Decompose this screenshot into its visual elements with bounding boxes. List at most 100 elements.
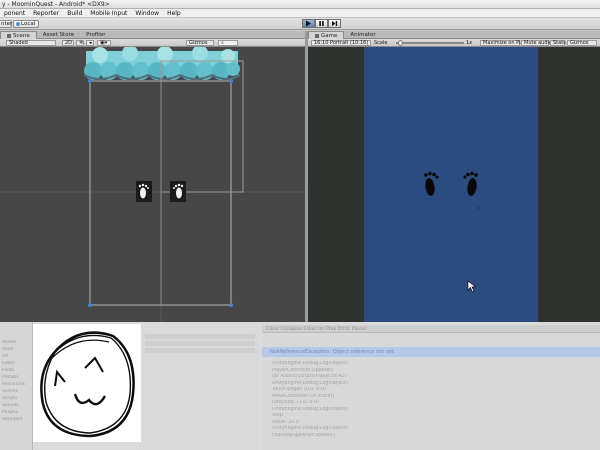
tab-profiler-label: Profiler (86, 32, 106, 38)
pivot-toggle[interactable]: nter (0, 20, 12, 28)
scene-view[interactable] (0, 47, 305, 322)
tab-profiler[interactable]: Profiler (80, 31, 111, 39)
project-row[interactable]: Editor (0, 361, 32, 368)
play-controls (302, 19, 341, 28)
scale-value-wrap: 1x (466, 40, 472, 46)
scene-footprint-right[interactable] (170, 181, 186, 202)
shading-mode-label: Shaded (9, 40, 28, 46)
tab-scene-label: Scene (13, 32, 30, 39)
cloud-sprite[interactable] (83, 47, 241, 80)
scene-gizmos-dropdown[interactable]: Gizmos (186, 40, 214, 46)
console-toolbar[interactable]: Clear Collapse Clear on Play Error Pause (262, 325, 600, 333)
menu-mobile-input[interactable]: Mobile Input (86, 10, 131, 17)
unity-editor-window: y - MoominQuest - Android* <DX9> ponent … (0, 0, 600, 450)
scene-gizmos-label: Gizmos (189, 40, 208, 46)
scene-canvas (0, 47, 305, 322)
scribble-face-image (40, 331, 135, 438)
menu-bar: ponent Reporter Build Mobile Input Windo… (0, 9, 600, 18)
faded-inspector-strip (141, 332, 259, 450)
mouse-cursor-icon (467, 280, 477, 293)
game-footprint-left[interactable] (424, 171, 439, 197)
console-selected-text: NullReferenceException: Object reference… (270, 349, 394, 355)
scene-options-bar: Shaded 2D ✲ ◂ ▣▾ Gizmos ⌕ (0, 39, 305, 47)
effects-dropdown[interactable]: ▣▾ (97, 40, 111, 46)
scale-label: Scale (374, 40, 388, 46)
globe-icon (16, 22, 20, 26)
project-row[interactable]: Scenes (0, 389, 32, 396)
game-options-bar: 16:10 Portrait (10:16) Scale 1x Maximize… (308, 39, 600, 47)
speaker-icon: ◂ (89, 40, 92, 46)
menu-reporter[interactable]: Reporter (29, 10, 63, 17)
scale-label-wrap: Scale (374, 40, 387, 46)
project-row[interactable]: Resources (0, 382, 32, 389)
tab-asset-store-label: Asset Store (42, 32, 75, 38)
webcam-overlay (33, 324, 141, 442)
project-row[interactable]: Art (0, 354, 32, 361)
audio-toggle[interactable]: ◂ (86, 40, 94, 46)
mode-2d-toggle[interactable]: 2D (62, 40, 74, 46)
bottom-panels: Assets Anim Art Editor Fonts Prefabs Res… (0, 322, 600, 450)
aspect-ratio-dropdown[interactable]: 16:10 Portrait (10:16) (311, 40, 371, 46)
project-row[interactable]: Prefabs (0, 375, 32, 382)
menu-window[interactable]: Window (131, 10, 163, 17)
project-row[interactable]: Anim (0, 347, 32, 354)
pause-icon (319, 21, 324, 26)
tab-animator[interactable]: Animator (344, 31, 381, 39)
stats-label: Stats (553, 40, 566, 46)
game-gizmos-label: Gizmos (570, 40, 589, 46)
console-selected-entry[interactable]: NullReferenceException: Object reference… (262, 347, 600, 357)
main-toolbar: nter Local (0, 18, 600, 30)
console-line[interactable]: FootstepSpawner:Spawn() (262, 433, 600, 440)
project-row[interactable]: Assets (0, 340, 32, 347)
lighting-toggle[interactable]: ✲ (76, 40, 84, 46)
mute-audio-toggle[interactable]: Mute audio (521, 40, 552, 46)
scale-slider[interactable] (396, 40, 464, 46)
play-button[interactable] (302, 19, 315, 28)
tab-game-label: Game (321, 32, 338, 39)
play-icon (306, 20, 311, 27)
game-tab-icon (315, 33, 319, 38)
mute-audio-label: Mute audio (524, 40, 552, 46)
space-toggle[interactable]: Local (13, 20, 39, 28)
game-gizmos-dropdown[interactable]: Gizmos (567, 40, 597, 46)
project-panel: Assets Anim Art Editor Fonts Prefabs Res… (0, 322, 33, 450)
shading-mode-dropdown[interactable]: Shaded (6, 40, 56, 46)
step-button[interactable] (328, 19, 341, 28)
search-icon: ⌕ (221, 40, 224, 46)
stats-toggle[interactable]: Stats (550, 40, 566, 46)
project-row[interactable]: Fonts (0, 368, 32, 375)
game-tab-strip: Game Animator (308, 31, 600, 39)
step-icon (332, 21, 338, 26)
console-toolbar-label: Clear Collapse Clear on Play Error Pause (266, 325, 367, 332)
sun-icon: ✲ (79, 40, 84, 46)
pause-button[interactable] (315, 19, 328, 28)
project-row[interactable]: Plugins (0, 410, 32, 417)
game-canvas (424, 171, 480, 293)
project-row[interactable]: Scripts (0, 396, 32, 403)
mode-2d-label: 2D (65, 40, 73, 46)
space-label: Local (21, 21, 36, 27)
game-screen[interactable] (364, 47, 538, 322)
menu-component[interactable]: ponent (0, 10, 29, 17)
image-icon: ▣▾ (100, 40, 108, 46)
menu-build[interactable]: Build (63, 10, 86, 17)
maximize-on-play-toggle[interactable]: Maximize on Play (480, 40, 527, 46)
tab-asset-store[interactable]: Asset Store (37, 31, 80, 39)
project-row[interactable]: Sounds (0, 403, 32, 410)
tab-game[interactable]: Game (308, 31, 345, 39)
project-row[interactable]: Standard (0, 417, 32, 424)
game-footprint-right[interactable] (463, 171, 478, 197)
title-bar: y - MoominQuest - Android* <DX9> (0, 0, 600, 9)
maximize-on-play-label: Maximize on Play (483, 40, 527, 46)
scene-footprint-left[interactable] (136, 181, 152, 202)
tab-scene[interactable]: Scene (0, 31, 37, 39)
pivot-label: nter (1, 21, 13, 27)
scene-search-field[interactable]: ⌕ (218, 40, 238, 46)
aspect-ratio-label: 16:10 Portrait (10:16) (314, 40, 369, 46)
scale-slider-handle[interactable] (398, 40, 403, 46)
scene-tab-icon (7, 33, 11, 38)
game-view[interactable] (308, 47, 600, 322)
tab-animator-label: Animator (350, 32, 376, 38)
menu-help[interactable]: Help (163, 10, 185, 17)
scene-tab-strip: Scene Asset Store Profiler (0, 31, 305, 39)
